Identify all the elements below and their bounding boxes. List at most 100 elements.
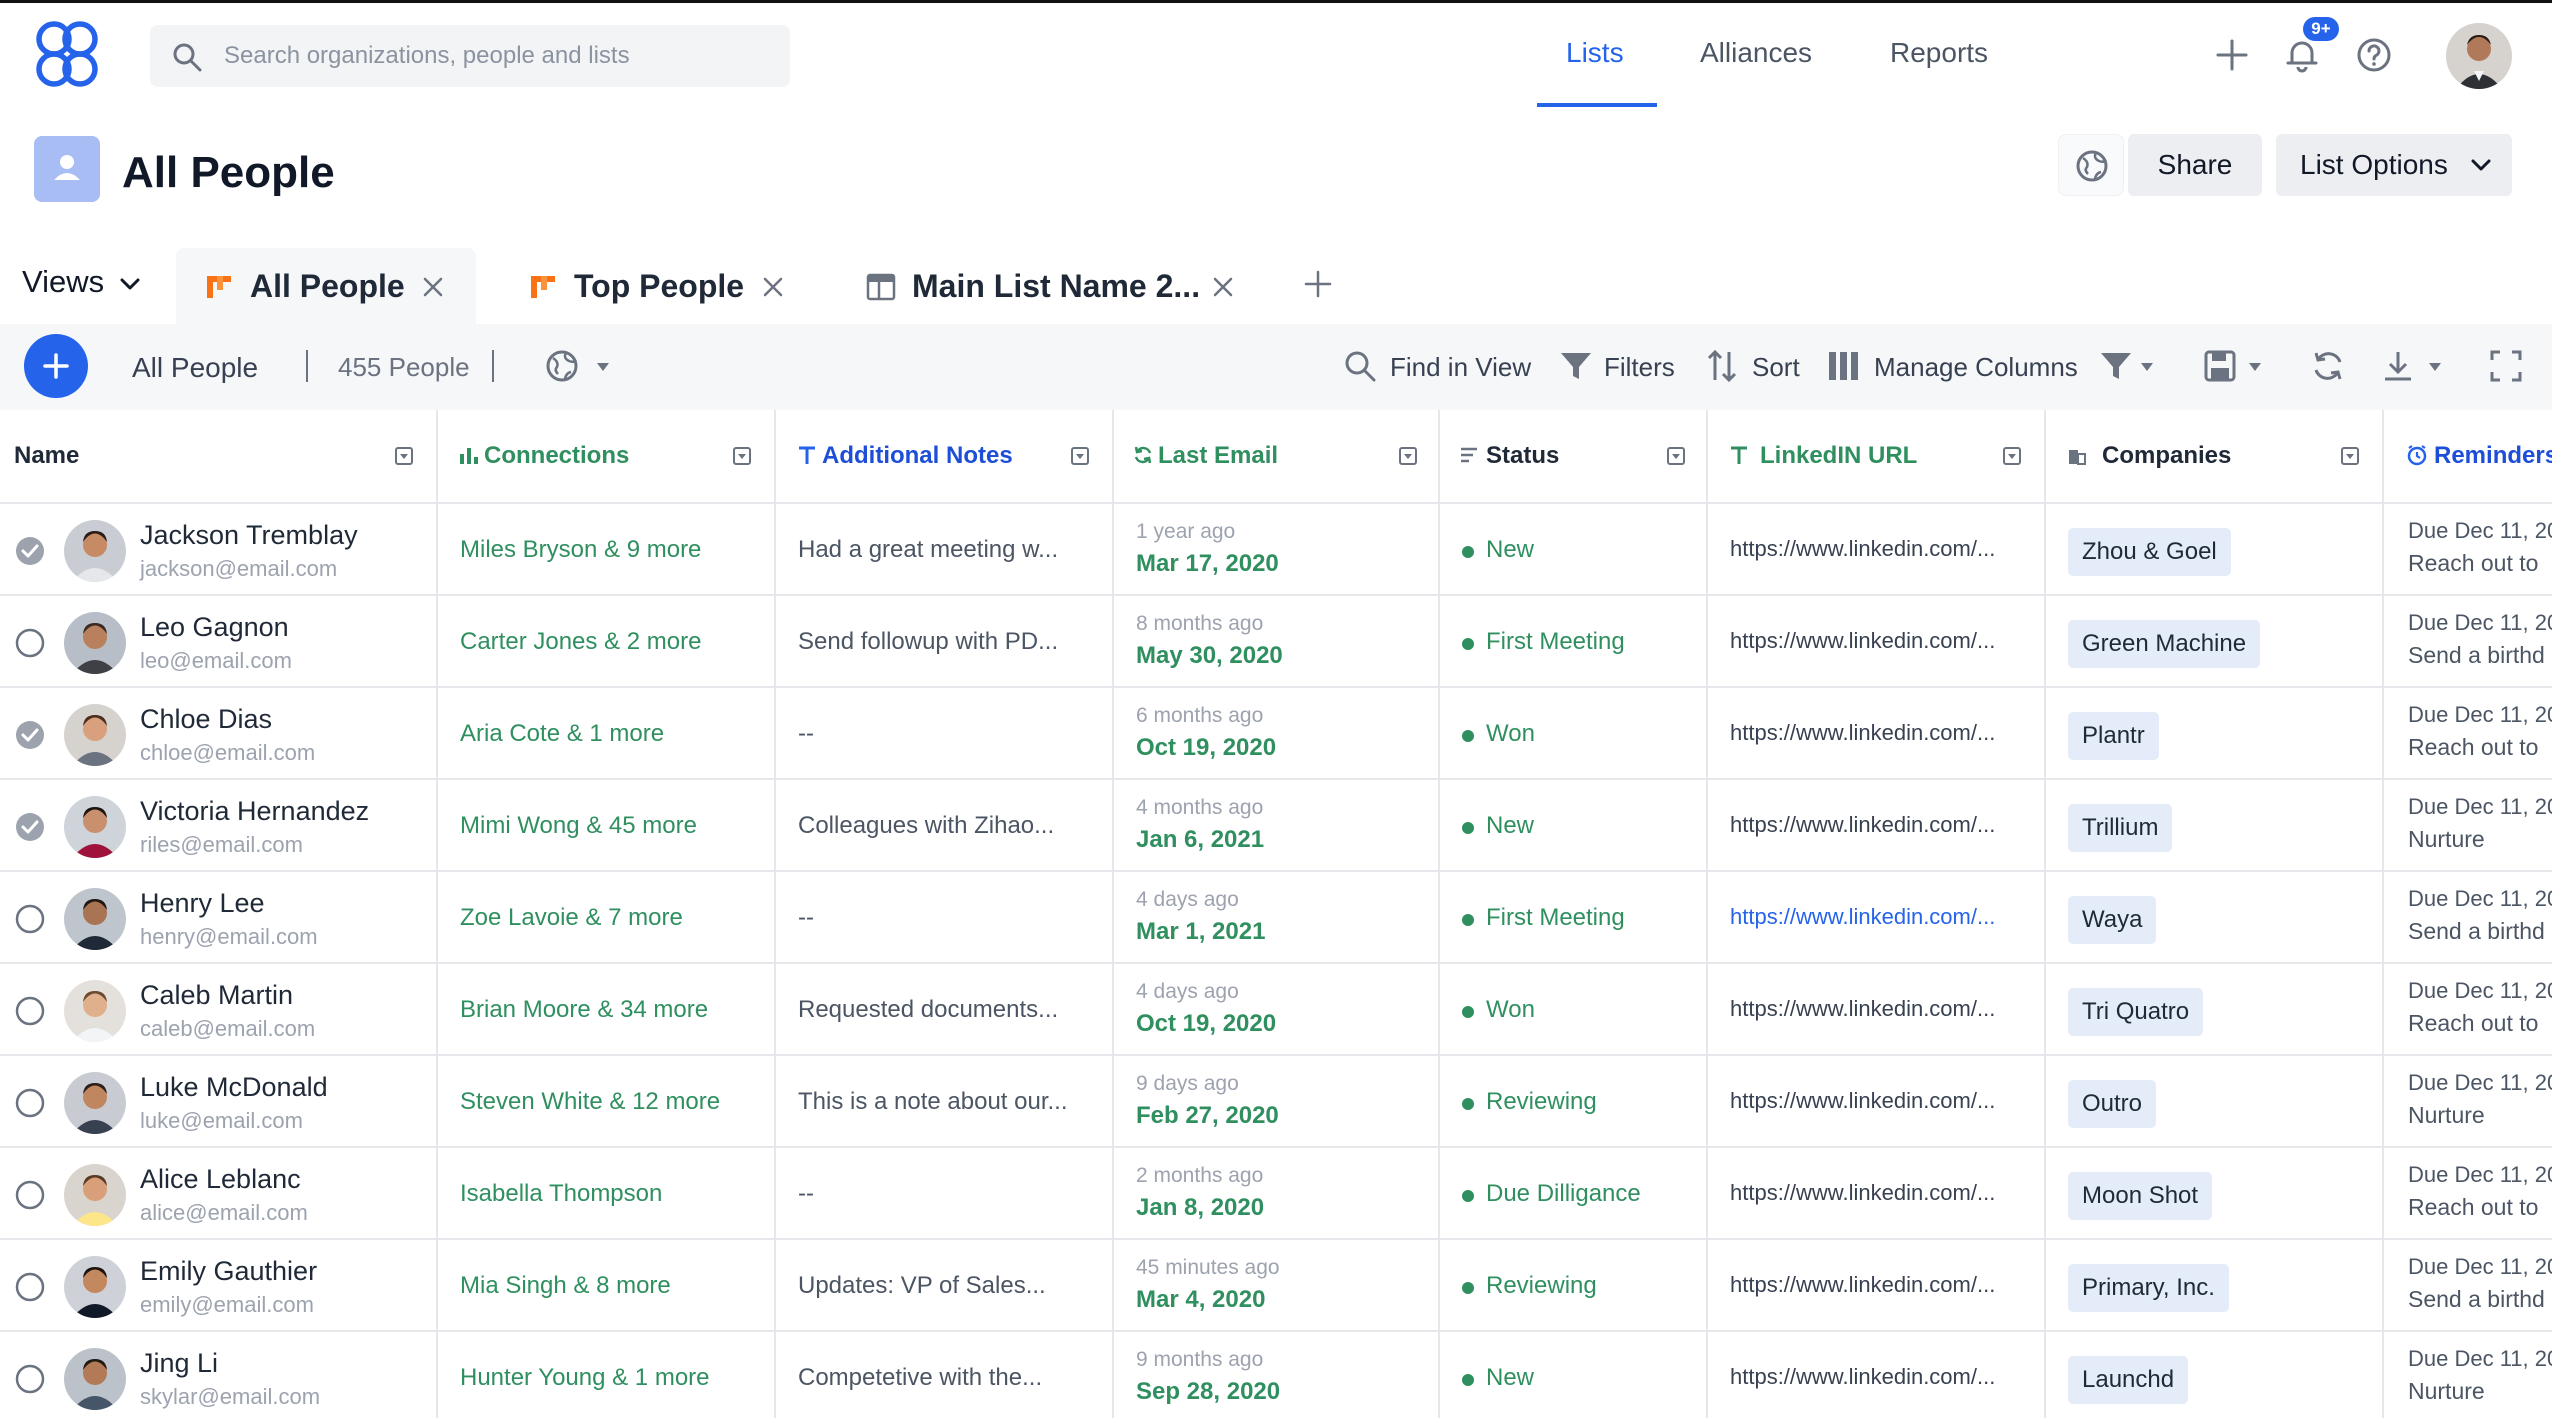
company-chip[interactable]: Launchd: [2068, 1356, 2189, 1404]
person-name[interactable]: Henry Lee: [140, 888, 265, 919]
linkedin-url[interactable]: https://www.linkedin.com/...: [1730, 1364, 1995, 1390]
linkedin-url[interactable]: https://www.linkedin.com/...: [1730, 904, 1995, 930]
tab-all-people[interactable]: All People: [176, 248, 476, 324]
manage-columns-button[interactable]: Manage Columns: [1874, 352, 2078, 383]
cell-linkedin[interactable]: https://www.linkedin.com/...: [1708, 1056, 2046, 1148]
cell-company[interactable]: Launchd: [2046, 1332, 2384, 1418]
column-header-status[interactable]: Status: [1440, 410, 1708, 504]
table-row[interactable]: Luke McDonald luke@email.com Steven Whit…: [0, 1056, 2552, 1148]
table-row[interactable]: Emily Gauthier emily@email.com Mia Singh…: [0, 1240, 2552, 1332]
cell-reminder[interactable]: Due Dec 11, 20 Nurture: [2384, 1332, 2552, 1418]
person-name[interactable]: Victoria Hernandez: [140, 796, 369, 827]
linkedin-url[interactable]: https://www.linkedin.com/...: [1730, 1272, 1995, 1298]
caret-down-icon[interactable]: [2428, 362, 2442, 372]
cell-company[interactable]: Plantr: [2046, 688, 2384, 780]
company-chip[interactable]: Zhou & Goel: [2068, 528, 2231, 576]
person-name[interactable]: Jackson Tremblay: [140, 520, 358, 551]
cell-reminder[interactable]: Due Dec 11, 20 Reach out to: [2384, 688, 2552, 780]
cell-reminder[interactable]: Due Dec 11, 20 Send a birthd: [2384, 872, 2552, 964]
company-chip[interactable]: Outro: [2068, 1080, 2157, 1128]
share-button[interactable]: Share: [2128, 134, 2262, 196]
caret-down-icon[interactable]: [596, 362, 610, 372]
download-icon[interactable]: [2380, 348, 2416, 384]
table-row[interactable]: Victoria Hernandez riles@email.com Mimi …: [0, 780, 2552, 872]
connections-link[interactable]: Brian Moore & 34 more: [460, 996, 708, 1024]
person-name[interactable]: Jing Li: [140, 1348, 218, 1379]
person-name[interactable]: Chloe Dias: [140, 704, 272, 735]
cell-company[interactable]: Outro: [2046, 1056, 2384, 1148]
caret-down-icon[interactable]: [2248, 362, 2262, 372]
table-row[interactable]: Jing Li skylar@email.com Hunter Young & …: [0, 1332, 2552, 1418]
cell-status[interactable]: Reviewing: [1440, 1240, 1708, 1332]
cell-status[interactable]: Won: [1440, 688, 1708, 780]
cell-notes[interactable]: Had a great meeting w...: [776, 504, 1114, 596]
row-checkbox[interactable]: [14, 1363, 46, 1395]
column-menu-icon[interactable]: [2002, 446, 2022, 466]
cell-last-email[interactable]: 4 months ago Jan 6, 2021: [1114, 780, 1440, 872]
cell-status[interactable]: First Meeting: [1440, 596, 1708, 688]
cell-connections[interactable]: Brian Moore & 34 more: [438, 964, 776, 1056]
column-header-reminders[interactable]: Reminders: [2384, 410, 2552, 504]
cell-last-email[interactable]: 2 months ago Jan 8, 2020: [1114, 1148, 1440, 1240]
table-row[interactable]: Henry Lee henry@email.com Zoe Lavoie & 7…: [0, 872, 2552, 964]
cell-notes[interactable]: Colleagues with Zihao...: [776, 780, 1114, 872]
filters-button[interactable]: Filters: [1604, 352, 1675, 383]
person-name[interactable]: Luke McDonald: [140, 1072, 328, 1103]
row-checkbox[interactable]: [14, 1179, 46, 1211]
sort-button[interactable]: Sort: [1752, 352, 1800, 383]
company-chip[interactable]: Green Machine: [2068, 620, 2261, 668]
plus-icon[interactable]: [2212, 35, 2252, 75]
cell-last-email[interactable]: 1 year ago Mar 17, 2020: [1114, 504, 1440, 596]
cell-linkedin[interactable]: https://www.linkedin.com/...: [1708, 1332, 2046, 1418]
cell-linkedin[interactable]: https://www.linkedin.com/...: [1708, 504, 2046, 596]
cell-reminder[interactable]: Due Dec 11, 20 Nurture: [2384, 780, 2552, 872]
column-menu-icon[interactable]: [732, 446, 752, 466]
connections-link[interactable]: Mimi Wong & 45 more: [460, 812, 697, 840]
cell-reminder[interactable]: Due Dec 11, 20 Reach out to: [2384, 1148, 2552, 1240]
cell-name[interactable]: Henry Lee henry@email.com: [0, 872, 438, 964]
cell-connections[interactable]: Mimi Wong & 45 more: [438, 780, 776, 872]
cell-name[interactable]: Leo Gagnon leo@email.com: [0, 596, 438, 688]
cell-linkedin[interactable]: https://www.linkedin.com/...: [1708, 872, 2046, 964]
cell-name[interactable]: Victoria Hernandez riles@email.com: [0, 780, 438, 872]
add-tab-icon[interactable]: [1302, 268, 1334, 300]
table-row[interactable]: Caleb Martin caleb@email.com Brian Moore…: [0, 964, 2552, 1056]
close-icon[interactable]: [420, 274, 446, 300]
cell-last-email[interactable]: 9 months ago Sep 28, 2020: [1114, 1332, 1440, 1418]
cell-company[interactable]: Tri Quatro: [2046, 964, 2384, 1056]
cell-status[interactable]: Reviewing: [1440, 1056, 1708, 1148]
cell-connections[interactable]: Isabella Thompson: [438, 1148, 776, 1240]
cell-name[interactable]: Luke McDonald luke@email.com: [0, 1056, 438, 1148]
linkedin-url[interactable]: https://www.linkedin.com/...: [1730, 720, 1995, 746]
cell-status[interactable]: First Meeting: [1440, 872, 1708, 964]
cell-last-email[interactable]: 45 minutes ago Mar 4, 2020: [1114, 1240, 1440, 1332]
column-header-last-email[interactable]: Last Email: [1114, 410, 1440, 504]
save-icon[interactable]: [2202, 348, 2238, 384]
column-menu-icon[interactable]: [2340, 446, 2360, 466]
app-logo-icon[interactable]: [30, 17, 104, 91]
company-chip[interactable]: Moon Shot: [2068, 1172, 2213, 1220]
cell-company[interactable]: Moon Shot: [2046, 1148, 2384, 1240]
cell-name[interactable]: Jackson Tremblay jackson@email.com: [0, 504, 438, 596]
globe-icon[interactable]: [544, 348, 580, 384]
cell-name[interactable]: Emily Gauthier emily@email.com: [0, 1240, 438, 1332]
connections-link[interactable]: Hunter Young & 1 more: [460, 1364, 710, 1392]
column-menu-icon[interactable]: [1666, 446, 1686, 466]
person-name[interactable]: Alice Leblanc: [140, 1164, 301, 1195]
column-menu-icon[interactable]: [394, 446, 414, 466]
user-avatar[interactable]: [2446, 23, 2512, 89]
row-checkbox[interactable]: [14, 1271, 46, 1303]
bell-icon[interactable]: [2282, 35, 2322, 75]
saved-filter-icon[interactable]: [2098, 348, 2134, 384]
tab-top-people[interactable]: Top People: [500, 248, 830, 324]
cell-status[interactable]: Due Dilligance: [1440, 1148, 1708, 1240]
cell-notes[interactable]: Competetive with the...: [776, 1332, 1114, 1418]
company-chip[interactable]: Trillium: [2068, 804, 2173, 852]
row-checkbox[interactable]: [14, 995, 46, 1027]
cell-name[interactable]: Chloe Dias chloe@email.com: [0, 688, 438, 780]
connections-link[interactable]: Zoe Lavoie & 7 more: [460, 904, 683, 932]
views-dropdown[interactable]: Views: [22, 264, 141, 300]
cell-linkedin[interactable]: https://www.linkedin.com/...: [1708, 964, 2046, 1056]
cell-name[interactable]: Alice Leblanc alice@email.com: [0, 1148, 438, 1240]
refresh-icon[interactable]: [2310, 348, 2346, 384]
